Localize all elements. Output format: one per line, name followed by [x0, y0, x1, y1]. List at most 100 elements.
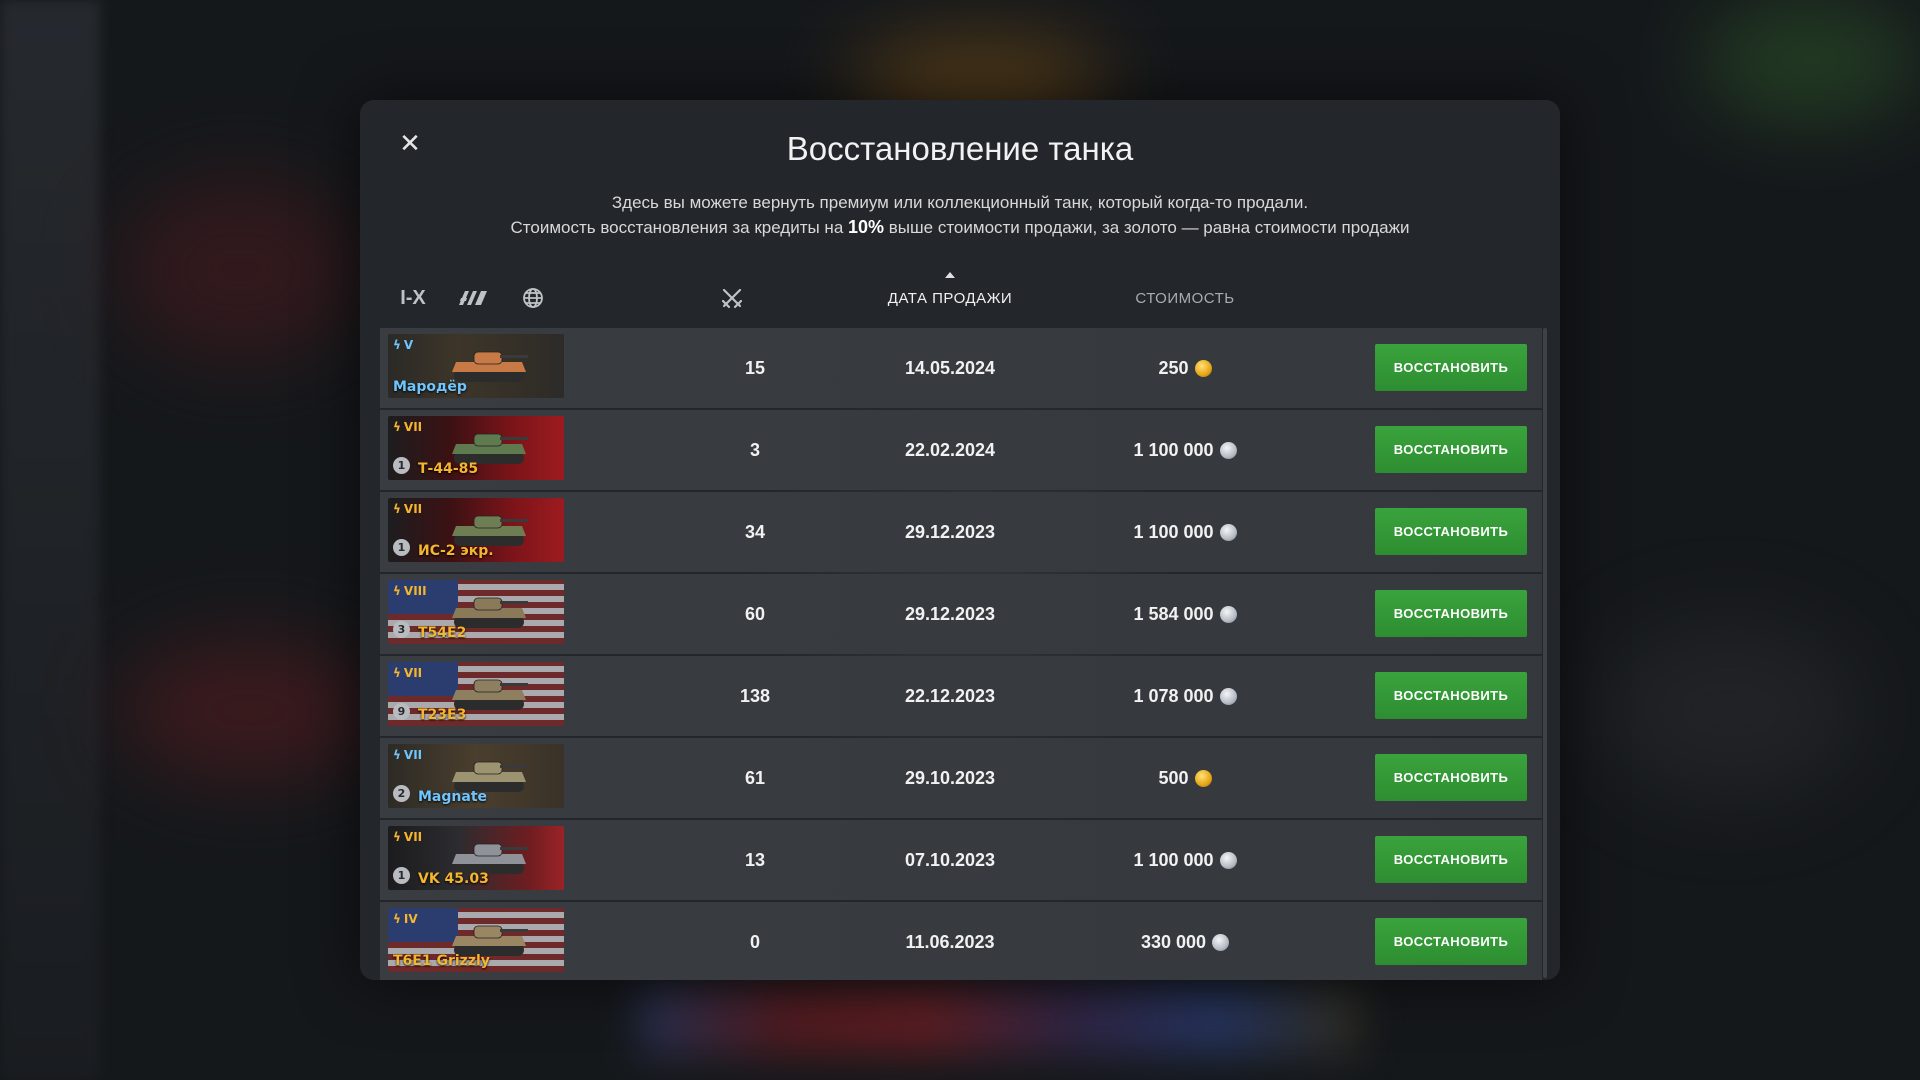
tank-card[interactable]: ϟ VII 2 Magnate: [388, 744, 564, 808]
tier-badge: ϟ IV: [393, 912, 418, 926]
dialog-title: Восстановление танка: [786, 130, 1134, 167]
restore-price: 500: [1080, 738, 1290, 818]
restore-price: 1 100 000: [1080, 410, 1290, 490]
sale-date: 11.06.2023: [905, 931, 995, 952]
restore-button[interactable]: ВОССТАНОВИТЬ: [1375, 754, 1527, 801]
battles-count: 61: [744, 767, 766, 788]
mastery-badge-icon: 3: [393, 621, 410, 638]
mastery-badge-icon: 9: [393, 703, 410, 720]
restore-button[interactable]: ВОССТАНОВИТЬ: [1375, 344, 1527, 391]
tier-label: IV: [403, 912, 418, 926]
price-value: 250: [1158, 357, 1189, 378]
restore-button[interactable]: ВОССТАНОВИТЬ: [1375, 836, 1527, 883]
sale-date: 22.12.2023: [904, 685, 996, 706]
sort-by-cost-header[interactable]: СТОИМОСТЬ: [1105, 268, 1265, 328]
tier-badge: ϟ VIII: [393, 584, 427, 598]
tank-name: T23E3: [418, 707, 467, 723]
restore-button[interactable]: ВОССТАНОВИТЬ: [1375, 672, 1527, 719]
tier-filter[interactable]: I-X: [388, 268, 438, 328]
subtitle-line-2: Стоимость восстановления за кредиты на 1…: [510, 217, 1410, 237]
tier-badge: ϟ VII: [393, 420, 422, 434]
price-value: 1 100 000: [1133, 439, 1214, 460]
crossed-swords-icon[interactable]: [707, 268, 757, 328]
sort-by-date-header[interactable]: ДАТА ПРОДАЖИ: [870, 268, 1030, 328]
tank-card[interactable]: ϟ VII 1 ИС-2 экр.: [388, 498, 564, 562]
vehicle-class-icon: ϟ: [393, 666, 401, 680]
tank-name: Т-44-85: [418, 461, 479, 477]
vehicle-class-icon: ϟ: [393, 584, 401, 598]
restore-button[interactable]: ВОССТАНОВИТЬ: [1375, 918, 1527, 965]
tier-label: V: [403, 338, 414, 352]
mastery-badge-icon: 1: [393, 539, 410, 556]
battles-count: 13: [744, 849, 766, 870]
globe-icon[interactable]: [508, 268, 558, 328]
restore-button[interactable]: ВОССТАНОВИТЬ: [1375, 508, 1527, 555]
tier-badge: ϟ V: [393, 338, 413, 352]
tank-card[interactable]: ϟ IV T6E1 Grizzly: [388, 908, 564, 972]
dialog-subtitle: Здесь вы можете вернуть премиум или колл…: [360, 190, 1560, 240]
restore-tank-dialog: ✕ Восстановление танка Здесь вы можете в…: [360, 100, 1560, 980]
tier-label: VII: [403, 666, 423, 680]
tier-badge: ϟ VII: [393, 502, 422, 516]
table-row: ϟ IV T6E1 Grizzly 0 11.06.2023 330 000 В…: [380, 902, 1542, 980]
credits-icon: [1219, 523, 1237, 541]
battles-count: 0: [749, 931, 760, 952]
table-row: ϟ VII 1 VK 45.03 13 07.10.2023 1 100 000…: [380, 820, 1542, 900]
sale-date: 22.02.2024: [904, 439, 996, 460]
battles-count: 3: [749, 439, 760, 460]
tank-card[interactable]: ϟ V Мародёр: [388, 334, 564, 398]
price-value: 1 078 000: [1133, 685, 1214, 706]
vehicle-class-icon: ϟ: [393, 502, 401, 516]
sort-ascending-icon: [945, 272, 955, 278]
gold-coin-icon: [1194, 359, 1212, 377]
tank-card[interactable]: ϟ VIII 3 T54E2: [388, 580, 564, 644]
battles-count: 138: [739, 685, 771, 706]
tank-card[interactable]: ϟ VII 1 VK 45.03: [388, 826, 564, 890]
tank-name: T6E1 Grizzly: [393, 953, 490, 969]
tank-name: T54E2: [418, 625, 467, 641]
credits-icon: [1219, 687, 1237, 705]
restore-price: 330 000: [1080, 902, 1290, 980]
table-header: I-X ДАТА ПРОДАЖИ СТОИМОСТЬ: [380, 268, 1540, 328]
table-row: ϟ V Мародёр 15 14.05.2024 250 ВОССТАНОВИ…: [380, 328, 1542, 408]
credits-icon: [1212, 933, 1230, 951]
mastery-badge-icon: 1: [393, 867, 410, 884]
table-row: ϟ VII 1 Т-44-85 3 22.02.2024 1 100 000 В…: [380, 410, 1542, 490]
vehicle-class-icon: ϟ: [393, 912, 401, 926]
credits-icon: [1219, 851, 1237, 869]
tank-name: Мародёр: [393, 379, 467, 395]
sale-date: 29.10.2023: [904, 767, 996, 788]
mastery-badge-icon: 1: [393, 457, 410, 474]
battles-count: 15: [744, 357, 766, 378]
vehicle-class-icon: ϟ: [393, 338, 401, 352]
scrollbar[interactable]: [1543, 328, 1547, 978]
sale-date: 07.10.2023: [904, 849, 996, 870]
tank-card[interactable]: ϟ VII 1 Т-44-85: [388, 416, 564, 480]
tank-name: Magnate: [418, 789, 488, 805]
sale-date: 14.05.2024: [904, 357, 996, 378]
battles-count: 34: [744, 521, 766, 542]
restore-price: 250: [1080, 328, 1290, 408]
restore-price: 1 100 000: [1080, 492, 1290, 572]
vehicle-class-icon: ϟ: [393, 830, 401, 844]
restore-button[interactable]: ВОССТАНОВИТЬ: [1375, 590, 1527, 637]
vehicle-type-icon[interactable]: [448, 268, 498, 328]
tier-badge: ϟ VII: [393, 830, 422, 844]
sale-date: 29.12.2023: [904, 521, 996, 542]
restore-button[interactable]: ВОССТАНОВИТЬ: [1375, 426, 1527, 473]
tier-label: VII: [403, 830, 423, 844]
tank-name: VK 45.03: [418, 871, 489, 887]
tank-card[interactable]: ϟ VII 9 T23E3: [388, 662, 564, 726]
table-row: ϟ VII 2 Magnate 61 29.10.2023 500 ВОССТА…: [380, 738, 1542, 818]
price-value: 330 000: [1140, 931, 1207, 952]
table-row: ϟ VII 9 T23E3 138 22.12.2023 1 078 000 В…: [380, 656, 1542, 736]
vehicle-class-icon: ϟ: [393, 420, 401, 434]
restore-price: 1 584 000: [1080, 574, 1290, 654]
price-value: 1 584 000: [1133, 603, 1214, 624]
table-row: ϟ VIII 3 T54E2 60 29.12.2023 1 584 000 В…: [380, 574, 1542, 654]
mastery-badge-icon: 2: [393, 785, 410, 802]
price-value: 1 100 000: [1133, 521, 1214, 542]
price-value: 1 100 000: [1133, 849, 1214, 870]
vehicle-class-icon: ϟ: [393, 748, 401, 762]
tier-badge: ϟ VII: [393, 748, 422, 762]
